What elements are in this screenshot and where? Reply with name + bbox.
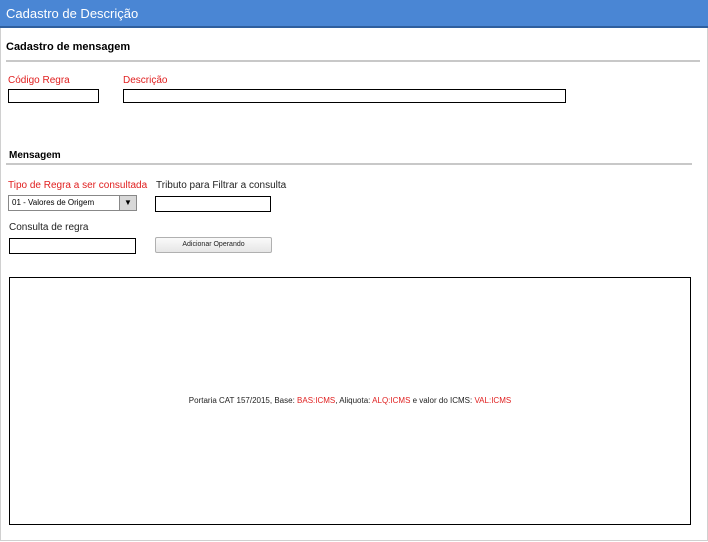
descricao-label: Descrição xyxy=(123,75,168,86)
descricao-input[interactable] xyxy=(123,89,566,103)
consulta-regra-label: Consulta de regra xyxy=(9,222,89,233)
message-text-part1: Portaria CAT 157/2015, Base: xyxy=(188,396,298,405)
tributo-label: Tributo para Filtrar a consulta xyxy=(156,180,287,191)
consulta-regra-input[interactable] xyxy=(9,238,136,254)
tipo-regra-selected: 01 - Valores de Origem xyxy=(12,198,95,207)
section-divider-mensagem xyxy=(6,163,692,165)
message-editor[interactable]: Portaria CAT 157/2015, Base: BAS:ICMS, A… xyxy=(9,277,691,525)
codigo-regra-input[interactable] xyxy=(8,89,99,103)
tributo-input[interactable] xyxy=(155,196,271,212)
tipo-regra-select[interactable]: 01 - Valores de Origem ▼ xyxy=(8,195,137,211)
message-text-part3: e valor do ICMS: xyxy=(410,396,475,405)
window-titlebar: Cadastro de Descrição xyxy=(0,0,708,28)
message-text-part2: , Aliquota: xyxy=(335,396,373,405)
token-alq-icms: ALQ:ICMS xyxy=(372,396,411,405)
triangle-down-icon[interactable]: ▼ xyxy=(119,196,136,210)
token-val-icms: VAL:ICMS xyxy=(474,396,512,405)
codigo-regra-label: Código Regra xyxy=(8,75,70,86)
section-title-mensagem: Mensagem xyxy=(9,150,61,161)
window-title: Cadastro de Descrição xyxy=(6,6,139,21)
section-divider xyxy=(6,60,700,62)
token-bas-icms: BAS:ICMS xyxy=(297,396,336,405)
tipo-regra-label: Tipo de Regra a ser consultada xyxy=(8,180,148,191)
section-title-cadastro-mensagem: Cadastro de mensagem xyxy=(6,41,131,53)
adicionar-operando-button[interactable]: Adicionar Operando xyxy=(155,237,272,253)
message-text: Portaria CAT 157/2015, Base: BAS:ICMS, A… xyxy=(10,396,690,405)
